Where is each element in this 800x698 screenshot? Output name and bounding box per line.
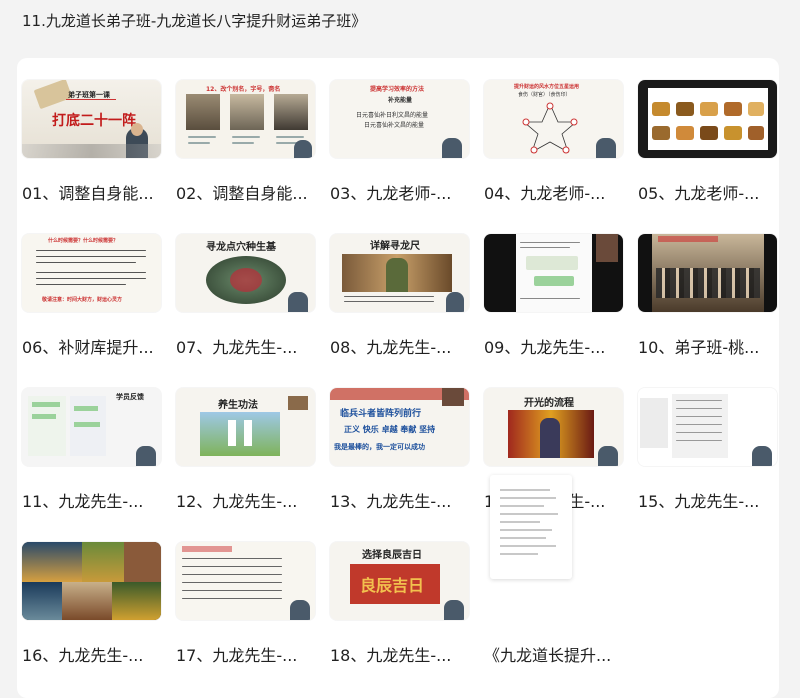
course-item[interactable]: 10、弟子班-桃... <box>638 234 777 388</box>
course-thumbnail[interactable] <box>176 542 315 620</box>
thumb-text: 养生功法 <box>218 400 258 411</box>
thumb-text: 开光的流程 <box>524 398 574 409</box>
course-item[interactable]: 学员反馈 11、九龙先生-... <box>22 388 161 542</box>
page-title: 11.九龙道长弟子班-九龙道长八字提升财运弟子班》 <box>22 12 367 30</box>
course-item[interactable]: 提高学习效率的方法 补充能量 日元喜仙补日利文昌的能量 日元喜仙补文昌的能量 0… <box>330 80 469 234</box>
course-thumbnail[interactable]: 什么时候需要？什么时候需要？ 敬请注意：时间大财方，财运心灵方 <box>22 234 161 312</box>
course-title[interactable]: 07、九龙先生-... <box>176 334 326 358</box>
course-title[interactable]: 09、九龙先生-... <box>484 334 634 358</box>
course-title[interactable]: 12、九龙先生-... <box>176 488 326 512</box>
course-title[interactable]: 16、九龙先生-... <box>22 642 172 666</box>
thumb-text: 详解寻龙尺 <box>370 241 420 252</box>
course-grid: 弟子班第一课 打底二十一阵 01、调整自身能... 12、改个别名，字号，斋名 <box>22 80 777 696</box>
course-item[interactable]: 养生功法 12、九龙先生-... <box>176 388 315 542</box>
course-item[interactable]: 15、九龙先生-... <box>638 388 777 542</box>
course-title[interactable]: 04、九龙老师-... <box>484 180 634 204</box>
thumb-text: 学员反馈 <box>116 393 144 401</box>
thumb-text: 提升财运的风水方位五星运用 <box>514 84 580 90</box>
course-item[interactable]: 寻龙点穴种生基 07、九龙先生-... <box>176 234 315 388</box>
course-title[interactable]: 08、九龙先生-... <box>330 334 480 358</box>
course-thumbnail[interactable]: 12、改个别名，字号，斋名 <box>176 80 315 158</box>
course-item[interactable]: 临兵斗者皆阵列前行 正义 快乐 卓越 奉献 坚持 我是最棒的，我一定可以成功 1… <box>330 388 469 542</box>
course-title[interactable]: 02、调整自身能... <box>176 180 326 204</box>
course-title[interactable]: 13、九龙先生-... <box>330 488 480 512</box>
thumb-text: 日元喜仙补文昌的能量 <box>364 122 425 129</box>
course-thumbnail[interactable] <box>638 234 777 312</box>
course-item[interactable]: 弟子班第一课 打底二十一阵 01、调整自身能... <box>22 80 161 234</box>
course-item[interactable]: 选择良辰吉日 良辰吉日 18、九龙先生-... <box>330 542 469 696</box>
document-page-icon[interactable] <box>490 475 572 579</box>
thumb-text: 选择良辰吉日 <box>362 550 422 561</box>
course-title[interactable]: 18、九龙先生-... <box>330 642 480 666</box>
course-thumbnail[interactable] <box>638 388 777 466</box>
course-title[interactable]: 05、九龙老师-... <box>638 180 788 204</box>
course-item[interactable]: 05、九龙老师-... <box>638 80 777 234</box>
course-thumbnail[interactable]: 提高学习效率的方法 补充能量 日元喜仙补日利文昌的能量 日元喜仙补文昌的能量 <box>330 80 469 158</box>
course-thumbnail[interactable]: 寻龙点穴种生基 <box>176 234 315 312</box>
course-thumbnail[interactable] <box>484 234 623 312</box>
content-card: 弟子班第一课 打底二十一阵 01、调整自身能... 12、改个别名，字号，斋名 <box>17 58 779 698</box>
course-thumbnail[interactable]: 详解寻龙尺 <box>330 234 469 312</box>
course-title[interactable]: 03、九龙老师-... <box>330 180 480 204</box>
thumb-text: 12、改个别名，字号，斋名 <box>206 86 281 93</box>
course-title[interactable]: 11、九龙先生-... <box>22 488 172 512</box>
thumb-text: 打底二十一阵 <box>52 113 136 129</box>
thumb-text: 良辰吉日 <box>360 576 425 595</box>
course-title[interactable]: 06、补财库提升... <box>22 334 172 358</box>
thumb-text: 敬请注意：时间大财方，财运心灵方 <box>42 297 123 303</box>
thumb-text: 临兵斗者皆阵列前行 <box>340 409 422 419</box>
course-item[interactable]: 详解寻龙尺 08、九龙先生-... <box>330 234 469 388</box>
course-item[interactable]: 什么时候需要？什么时候需要？ 敬请注意：时间大财方，财运心灵方 06、补财库提升… <box>22 234 161 388</box>
course-title[interactable]: 15、九龙先生-... <box>638 488 788 512</box>
course-thumbnail[interactable]: 养生功法 <box>176 388 315 466</box>
thumb-text: 正义 快乐 卓越 奉献 坚持 <box>344 425 436 434</box>
course-item[interactable]: 17、九龙先生-... <box>176 542 315 696</box>
course-title[interactable]: 10、弟子班-桃... <box>638 334 788 358</box>
course-thumbnail[interactable]: 提升财运的风水方位五星运用 食伤（财官）（食伤印） <box>484 80 623 158</box>
course-thumbnail[interactable] <box>22 542 161 620</box>
course-item[interactable]: 09、九龙先生-... <box>484 234 623 388</box>
course-thumbnail[interactable]: 选择良辰吉日 良辰吉日 <box>330 542 469 620</box>
course-title[interactable]: 01、调整自身能... <box>22 180 172 204</box>
thumb-text: 提高学习效率的方法 <box>370 86 425 93</box>
course-item[interactable]: 12、改个别名，字号，斋名 02、调整自身能... <box>176 80 315 234</box>
thumb-text: 寻龙点穴种生基 <box>206 242 276 253</box>
thumb-text: 食伤（财官）（食伤印） <box>518 92 571 98</box>
star-diagram-icon <box>522 102 578 154</box>
thumb-text: 补充能量 <box>388 97 413 104</box>
course-thumbnail[interactable]: 临兵斗者皆阵列前行 正义 快乐 卓越 奉献 坚持 我是最棒的，我一定可以成功 <box>330 388 469 466</box>
course-title[interactable]: 《九龙道长提升... <box>484 642 634 666</box>
course-thumbnail[interactable] <box>638 80 777 158</box>
course-thumbnail[interactable]: 学员反馈 <box>22 388 161 466</box>
course-item[interactable]: 提升财运的风水方位五星运用 食伤（财官）（食伤印） 04、九龙老师-... <box>484 80 623 234</box>
course-thumbnail[interactable]: 弟子班第一课 打底二十一阵 <box>22 80 161 158</box>
course-title[interactable]: 17、九龙先生-... <box>176 642 326 666</box>
course-thumbnail[interactable]: 开光的流程 <box>484 388 623 466</box>
course-item[interactable]: 16、九龙先生-... <box>22 542 161 696</box>
thumb-text: 日元喜仙补日利文昌的能量 <box>356 112 429 119</box>
thumb-text: 什么时候需要？什么时候需要？ <box>48 238 119 244</box>
thumb-text: 我是最棒的，我一定可以成功 <box>334 443 425 451</box>
